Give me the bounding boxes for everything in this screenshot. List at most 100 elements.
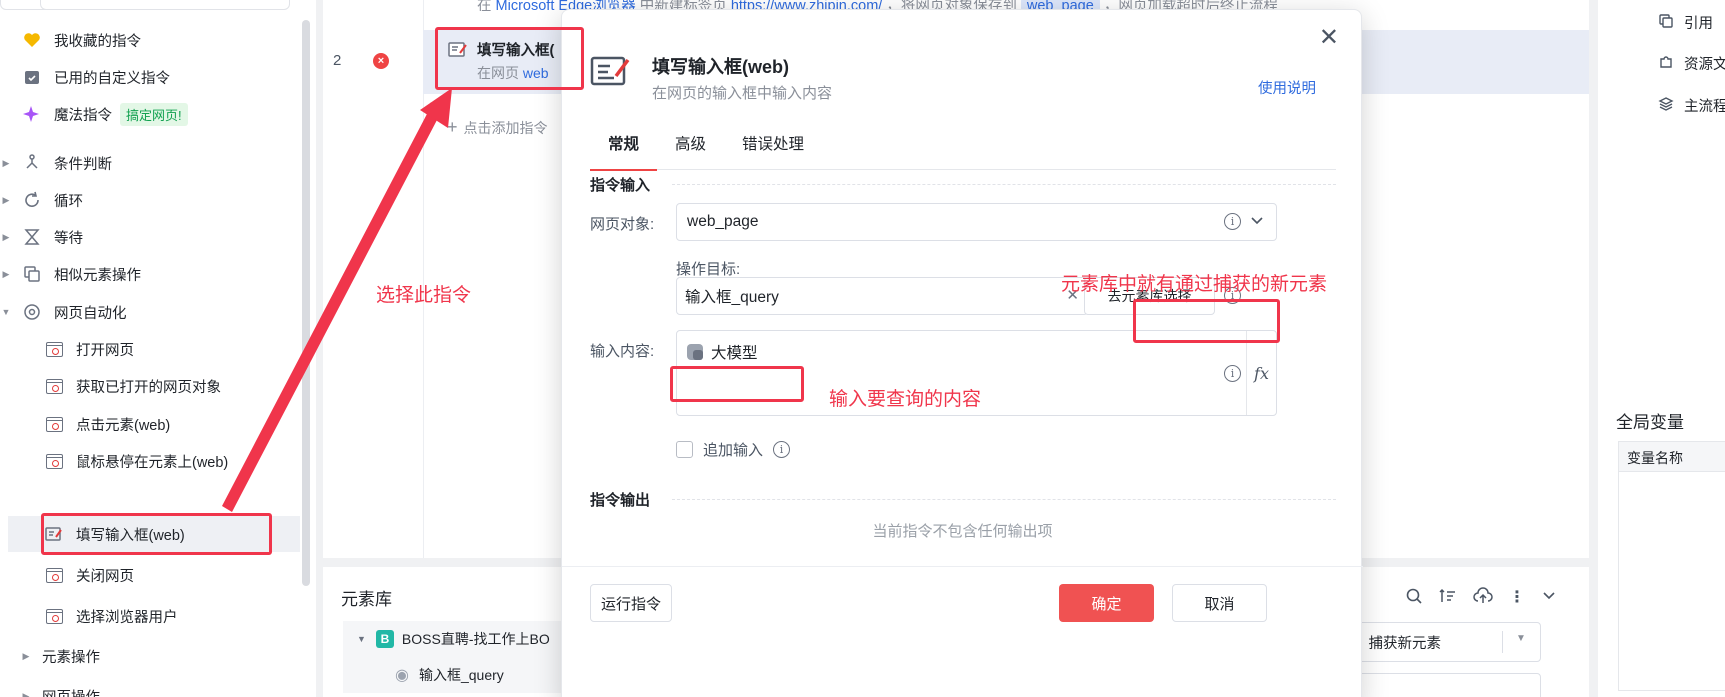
append-input-label: 追加输入 bbox=[703, 442, 764, 459]
append-input-checkbox[interactable] bbox=[676, 441, 693, 458]
op-target-input[interactable]: 输入框_query ✕ bbox=[676, 277, 1088, 315]
dialog-subtitle: 在网页的输入框中输入内容 bbox=[652, 85, 833, 102]
right-panel-reference[interactable]: 引用 bbox=[1658, 12, 1713, 33]
op-target-label: 操作目标: bbox=[676, 261, 741, 278]
element-input-icon: ◉ bbox=[395, 667, 409, 684]
tab-error-handling[interactable]: 错误处理 bbox=[724, 132, 822, 170]
sparkle-icon bbox=[22, 104, 42, 124]
web-page-icon bbox=[44, 606, 64, 626]
sort-icon[interactable] bbox=[1439, 587, 1457, 610]
section-divider bbox=[672, 499, 1336, 500]
info-icon[interactable]: i bbox=[1224, 213, 1241, 230]
annotation-box-sidebar-item bbox=[41, 513, 272, 555]
sidebar-item-label: 等待 bbox=[54, 230, 83, 247]
sidebar-item-click-element[interactable]: 点击元素(web) bbox=[0, 406, 300, 442]
annotation-library-note: 元素库中就有通过捕获的新元素 bbox=[1061, 274, 1328, 295]
sidebar-item-element-ops[interactable]: ▶ 元素操作 bbox=[0, 638, 300, 674]
caret-right-icon[interactable]: ▶ bbox=[0, 158, 12, 169]
sidebar-item-get-page[interactable]: 获取已打开的网页对象 bbox=[0, 368, 300, 404]
confirm-button[interactable]: 确定 bbox=[1059, 584, 1154, 622]
sidebar-item-loop[interactable]: ▶ 循环 bbox=[0, 182, 300, 218]
sidebar-item-label: 相似元素操作 bbox=[54, 267, 141, 284]
sidebar-item-web-automation[interactable]: ▼ 网页自动化 bbox=[0, 294, 300, 330]
tab-general[interactable]: 常规 bbox=[590, 132, 658, 171]
sidebar-item-hover[interactable]: 鼠标悬停在元素上(web) bbox=[0, 443, 300, 479]
caret-right-icon[interactable]: ▶ bbox=[20, 691, 32, 697]
chevron-down-icon bbox=[1250, 213, 1264, 230]
step-number: 2 bbox=[333, 52, 342, 69]
capture-new-element-button[interactable]: + 捕获新元素 ▼ bbox=[1331, 622, 1541, 662]
sidebar-item-open-page[interactable]: 打开网页 bbox=[0, 331, 300, 367]
annotation-box-step bbox=[435, 27, 584, 90]
right-panel-main-flow[interactable]: 主流程 bbox=[1658, 95, 1725, 116]
python-icon bbox=[687, 344, 703, 360]
web-page-icon bbox=[44, 339, 64, 359]
sidebar-item-label: 点击元素(web) bbox=[76, 417, 171, 434]
op-target-value: 输入框_query bbox=[685, 289, 779, 306]
fill-input-dialog: ✕ 填写输入框(web) 在网页的输入框中输入内容 使用说明 常规 高级 错误处… bbox=[561, 9, 1363, 697]
sidebar-item-close-page[interactable]: 关闭网页 bbox=[0, 557, 300, 593]
edit-form-icon bbox=[590, 52, 632, 91]
web-object-label: 网页对象: bbox=[590, 216, 655, 233]
sidebar-search-input[interactable] bbox=[40, 0, 290, 10]
sidebar-scrollbar[interactable] bbox=[302, 20, 310, 586]
command-sidebar: 我收藏的指令 已用的自定义指令 魔法指令 搞定网页! ▶ 条件判断 ▶ 循环 ▶… bbox=[0, 0, 316, 697]
sidebar-item-label: 打开网页 bbox=[76, 342, 134, 359]
sidebar-item-wait[interactable]: ▶ 等待 bbox=[0, 219, 300, 255]
run-command-button[interactable]: 运行指令 bbox=[590, 584, 672, 622]
right-panel-resource[interactable]: 资源文 bbox=[1658, 53, 1725, 74]
dialog-title: 填写输入框(web) bbox=[652, 57, 789, 77]
copy-stack-icon bbox=[22, 264, 42, 284]
web-page-icon bbox=[44, 376, 64, 396]
search-icon[interactable] bbox=[1405, 587, 1423, 610]
cancel-button[interactable]: 取消 bbox=[1172, 584, 1267, 622]
step-1-prefix: 在 bbox=[477, 0, 492, 14]
caret-right-icon[interactable]: ▶ bbox=[0, 195, 12, 206]
variable-chip[interactable]: 大模型 bbox=[687, 341, 758, 363]
right-panel-main-flow-label: 主流程 bbox=[1684, 99, 1725, 115]
sidebar-item-favorites[interactable]: 我收藏的指令 bbox=[0, 22, 300, 58]
sidebar-item-label: 元素操作 bbox=[42, 649, 100, 666]
hourglass-icon bbox=[22, 227, 42, 247]
caret-down-icon[interactable]: ▼ bbox=[1516, 633, 1526, 644]
sidebar-item-label: 我收藏的指令 bbox=[54, 33, 141, 50]
reference-icon bbox=[1658, 13, 1674, 33]
cloud-upload-icon[interactable] bbox=[1473, 587, 1493, 610]
sidebar-item-condition[interactable]: ▶ 条件判断 bbox=[0, 145, 300, 181]
chevron-down-icon[interactable] bbox=[1541, 587, 1557, 610]
var-name-header: 变量名称 bbox=[1619, 442, 1725, 472]
sidebar-item-magic[interactable]: 魔法指令 搞定网页! bbox=[0, 96, 300, 132]
add-step-button[interactable]: + 点击添加指令 bbox=[447, 117, 548, 138]
caret-down-icon[interactable]: ▼ bbox=[0, 307, 12, 317]
web-object-select[interactable]: web_page bbox=[676, 203, 1277, 241]
annotation-input-note: 输入要查询的内容 bbox=[829, 389, 982, 410]
caret-right-icon[interactable]: ▶ bbox=[0, 232, 12, 243]
sidebar-item-page-ops[interactable]: ▶ 网页操作 bbox=[0, 678, 300, 697]
fx-icon[interactable]: fx bbox=[1246, 331, 1276, 415]
close-icon[interactable]: ✕ bbox=[1319, 26, 1339, 50]
caret-down-icon[interactable]: ▼ bbox=[357, 634, 366, 644]
sidebar-item-label: 选择浏览器用户 bbox=[76, 609, 178, 626]
section-divider bbox=[672, 184, 1336, 185]
add-step-label: 点击添加指令 bbox=[463, 120, 548, 136]
branch-icon bbox=[22, 153, 42, 173]
sidebar-item-browser-user[interactable]: 选择浏览器用户 bbox=[0, 598, 300, 634]
section-output: 指令输出 bbox=[590, 489, 1336, 510]
element-library-toolbar: ⋮ bbox=[1405, 587, 1557, 610]
element-library-title: 元素库 bbox=[341, 590, 392, 609]
caret-right-icon[interactable]: ▶ bbox=[0, 269, 12, 280]
browser-icon bbox=[22, 302, 42, 322]
input-content-value: 大模型 bbox=[711, 345, 758, 362]
more-vertical-icon[interactable]: ⋮ bbox=[1509, 587, 1525, 610]
info-icon[interactable]: i bbox=[773, 441, 791, 458]
sidebar-item-label: 网页自动化 bbox=[54, 305, 127, 322]
button-separator bbox=[1502, 631, 1503, 653]
sidebar-item-used-custom[interactable]: 已用的自定义指令 bbox=[0, 59, 300, 95]
tab-advanced[interactable]: 高级 bbox=[657, 132, 724, 170]
section-input: 指令输入 bbox=[590, 174, 1336, 195]
caret-right-icon[interactable]: ▶ bbox=[20, 651, 32, 662]
help-link[interactable]: 使用说明 bbox=[1258, 77, 1316, 98]
info-icon[interactable]: i bbox=[1224, 365, 1241, 382]
sidebar-item-similar[interactable]: ▶ 相似元素操作 bbox=[0, 256, 300, 292]
dialog-footer-divider bbox=[562, 566, 1363, 567]
